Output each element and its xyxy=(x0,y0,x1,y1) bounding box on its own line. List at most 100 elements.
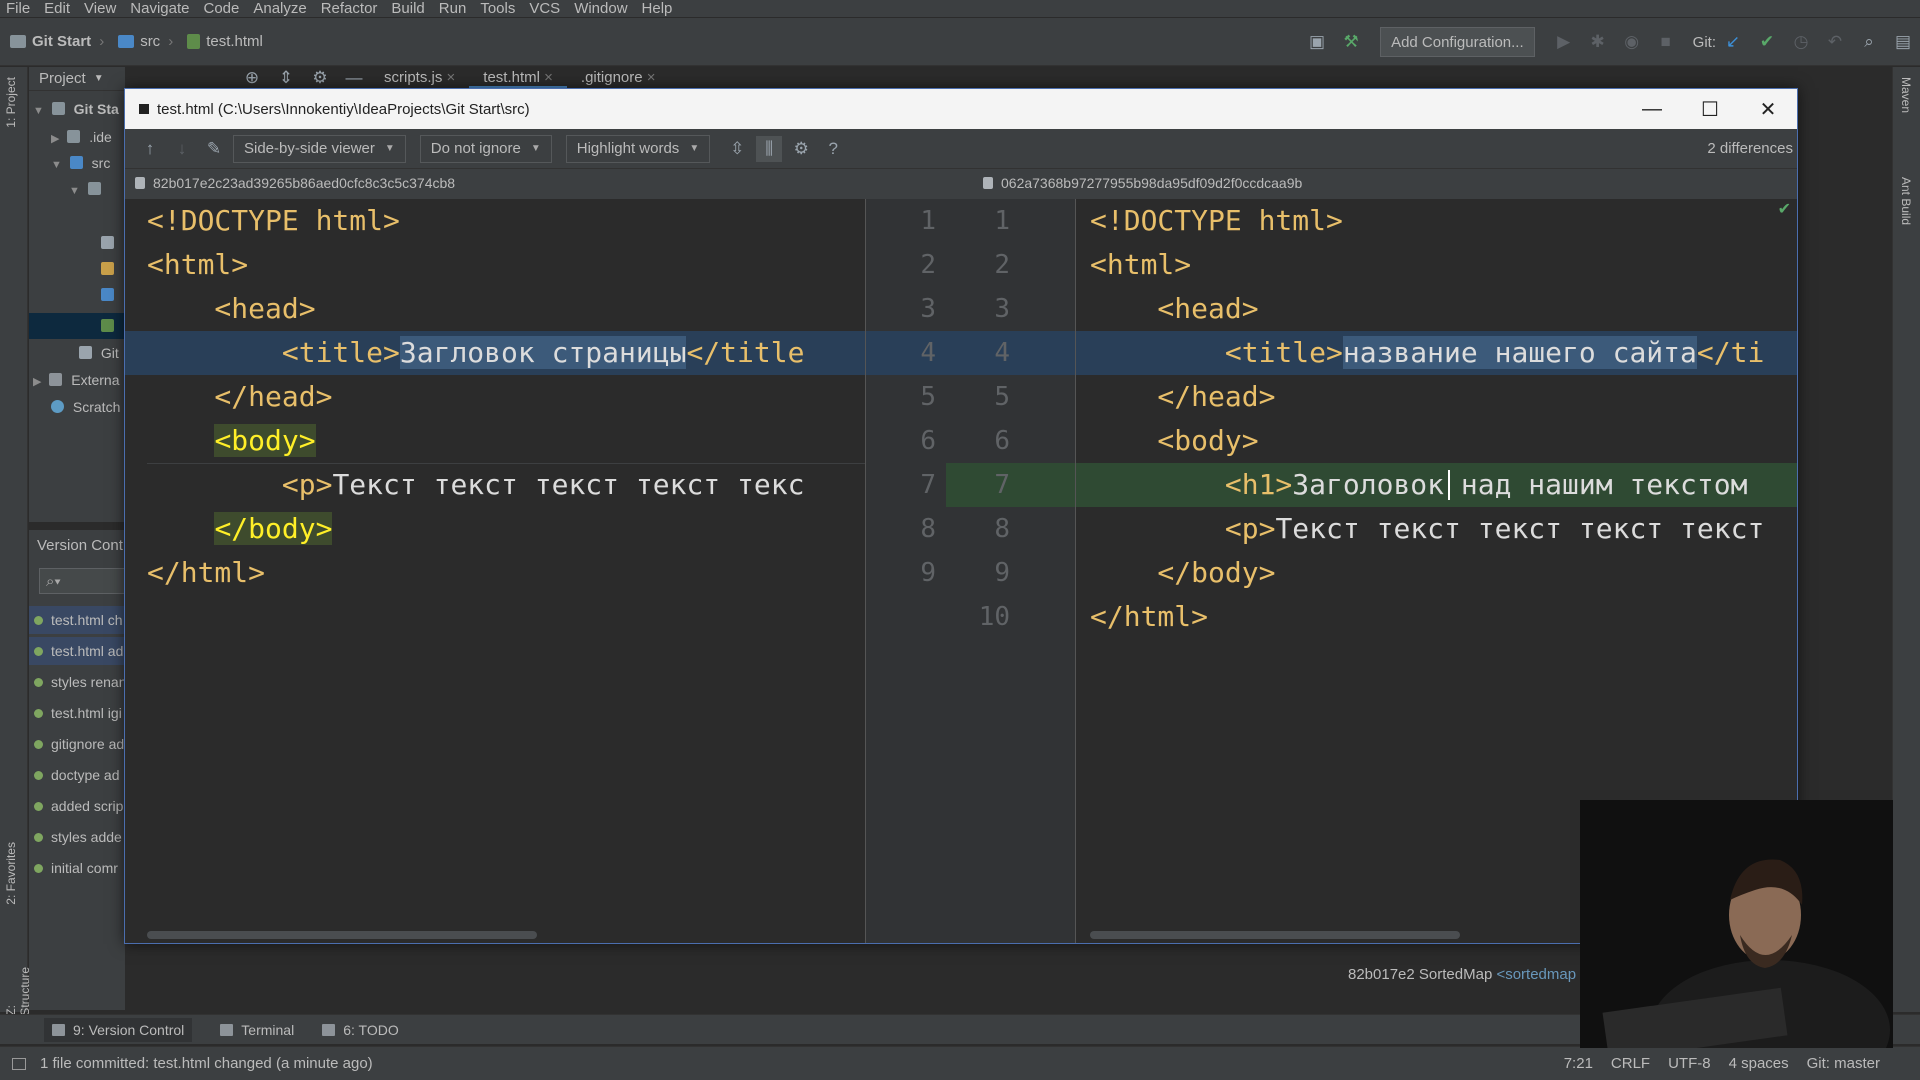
vcs-commit-icon[interactable]: ✔ xyxy=(1756,31,1778,53)
breadcrumb-file[interactable]: test.html xyxy=(187,33,263,50)
project-header[interactable]: Project ▼ xyxy=(29,67,125,91)
maven-tool-tab[interactable]: Maven xyxy=(1899,77,1913,113)
tree-item-root[interactable]: ▼ Git Sta xyxy=(33,101,119,117)
tab-terminal[interactable]: Terminal xyxy=(220,1022,294,1038)
commit-row[interactable]: test.html igi xyxy=(29,699,125,727)
menu-refactor[interactable]: Refactor xyxy=(321,0,378,17)
tab-version-control[interactable]: 9: Version Control xyxy=(44,1017,193,1042)
menu-code[interactable]: Code xyxy=(203,0,239,17)
vcs-update-icon[interactable]: ↙ xyxy=(1722,31,1744,53)
commit-row[interactable]: styles adde xyxy=(29,823,125,851)
maximize-icon[interactable]: ☐ xyxy=(1681,89,1739,129)
collapse-unchanged-icon[interactable]: ⇳ xyxy=(724,136,750,162)
commit-row[interactable]: doctype ad xyxy=(29,761,125,789)
tree-file-2[interactable] xyxy=(101,261,119,277)
tree-item-subfolder[interactable]: ▼ xyxy=(69,181,106,197)
run-icon[interactable]: ▶ xyxy=(1553,31,1575,53)
menu-analyze[interactable]: Analyze xyxy=(253,0,306,17)
status-message[interactable]: 1 file committed: test.html changed (a m… xyxy=(40,1055,373,1072)
locate-icon[interactable]: ⊕ xyxy=(241,67,263,89)
left-code-pane[interactable]: <!DOCTYPE html> <html> <head> <title>Заг… xyxy=(125,199,865,943)
tree-item-label: Externa xyxy=(71,372,120,388)
commit-node-icon xyxy=(34,615,43,625)
project-tool-tab[interactable]: 1: Project xyxy=(4,77,18,128)
commit-row[interactable]: styles renan xyxy=(29,668,125,696)
sync-scroll-icon[interactable]: ⫼ xyxy=(756,135,783,162)
ignore-dropdown[interactable]: Do not ignore ▼ xyxy=(419,134,552,163)
stop-icon[interactable]: ■ xyxy=(1655,31,1677,53)
project-structure-icon[interactable]: ▤ xyxy=(1892,31,1914,53)
add-configuration-button[interactable]: Add Configuration... xyxy=(1380,27,1535,57)
commit-row[interactable]: added scrip xyxy=(29,792,125,820)
left-revision: 82b017e2c23ad39265b86aed0cfc8c3c5c374cb8 xyxy=(135,175,455,191)
tree-file-1[interactable] xyxy=(101,235,119,251)
menu-view[interactable]: View xyxy=(84,0,116,17)
close-icon[interactable]: × xyxy=(647,69,656,86)
gear-icon[interactable]: ⚙ xyxy=(788,136,814,162)
tree-item-scratch[interactable]: Scratch xyxy=(51,399,120,415)
tab-todo[interactable]: 6: TODO xyxy=(322,1022,399,1038)
tree-item-idea[interactable]: ▶ .ide xyxy=(51,129,112,145)
favorites-tool-tab[interactable]: 2: Favorites xyxy=(4,842,18,905)
menu-window[interactable]: Window xyxy=(574,0,627,17)
gear-icon[interactable]: ⚙ xyxy=(309,67,331,89)
window-icon[interactable]: ▣ xyxy=(1306,31,1328,53)
close-icon[interactable]: × xyxy=(544,69,553,86)
coverage-icon[interactable]: ◉ xyxy=(1621,31,1643,53)
close-icon[interactable]: × xyxy=(447,69,456,86)
highlight-dropdown[interactable]: Highlight words ▼ xyxy=(565,134,711,163)
history-icon[interactable]: ◷ xyxy=(1790,31,1812,53)
line-separator[interactable]: CRLF xyxy=(1611,1055,1650,1072)
minimize-icon[interactable]: — xyxy=(1623,89,1681,129)
tree-file-selected[interactable] xyxy=(29,313,125,339)
tree-item-external[interactable]: ▶ Externa xyxy=(33,372,120,388)
menu-tools[interactable]: Tools xyxy=(480,0,515,17)
file-encoding[interactable]: UTF-8 xyxy=(1668,1055,1711,1072)
tree-item-gitignore[interactable]: Git xyxy=(79,345,119,361)
status-window-icon[interactable] xyxy=(12,1057,26,1070)
breadcrumb-src[interactable]: src › xyxy=(118,33,173,50)
commit-row[interactable]: test.html ch xyxy=(29,606,125,634)
chevron-right-icon: › xyxy=(99,33,105,50)
tree-file-3[interactable] xyxy=(101,287,119,303)
scratch-icon xyxy=(51,400,64,413)
highlight-value: Highlight words xyxy=(576,140,680,157)
ant-build-tool-tab[interactable]: Ant Build xyxy=(1899,177,1913,225)
tab-scripts-js[interactable]: scripts.js × xyxy=(370,67,469,89)
commit-details-link[interactable]: <sortedmap xyxy=(1496,966,1576,983)
next-difference-icon[interactable]: ↓ xyxy=(169,136,195,162)
menu-navigate[interactable]: Navigate xyxy=(130,0,189,17)
search-icon[interactable]: ⌕ xyxy=(1858,31,1880,53)
help-icon[interactable]: ? xyxy=(820,136,846,162)
commit-row[interactable]: test.html ad xyxy=(29,637,125,665)
right-horizontal-scrollbar[interactable] xyxy=(1090,931,1460,939)
git-branch[interactable]: Git: master xyxy=(1807,1055,1880,1072)
menu-vcs[interactable]: VCS xyxy=(529,0,560,17)
previous-difference-icon[interactable]: ↑ xyxy=(137,136,163,162)
menu-file[interactable]: File xyxy=(6,0,30,17)
viewer-dropdown[interactable]: Side-by-side viewer ▼ xyxy=(233,134,406,163)
caret-position[interactable]: 7:21 xyxy=(1564,1055,1593,1072)
tab-test-html[interactable]: test.html × xyxy=(469,67,567,89)
menu-edit[interactable]: Edit xyxy=(44,0,70,17)
collapse-all-icon[interactable]: ⇕ xyxy=(275,67,297,89)
debug-icon[interactable]: ✱ xyxy=(1587,31,1609,53)
edit-icon[interactable]: ✎ xyxy=(201,136,227,162)
rollback-icon[interactable]: ↶ xyxy=(1824,31,1846,53)
breadcrumb-project[interactable]: Git Start › xyxy=(10,33,104,50)
menu-build[interactable]: Build xyxy=(391,0,424,17)
right-line-number: 2 xyxy=(994,250,1010,280)
indent-setting[interactable]: 4 spaces xyxy=(1729,1055,1789,1072)
vc-search-field[interactable]: ⌕▾ xyxy=(39,568,125,594)
commit-row[interactable]: initial comr xyxy=(29,854,125,882)
menu-help[interactable]: Help xyxy=(642,0,673,17)
structure-tool-tab[interactable]: Z: Structure xyxy=(4,967,32,1016)
build-hammer-icon[interactable]: ⚒ xyxy=(1340,31,1362,53)
tree-item-src[interactable]: ▼ src xyxy=(51,155,110,171)
commit-row[interactable]: gitignore ad xyxy=(29,730,125,758)
left-horizontal-scrollbar[interactable] xyxy=(147,931,537,939)
tab-gitignore[interactable]: .gitignore × xyxy=(567,67,670,89)
hide-icon[interactable]: — xyxy=(343,67,365,89)
menu-run[interactable]: Run xyxy=(439,0,467,17)
close-icon[interactable]: ✕ xyxy=(1739,89,1797,129)
